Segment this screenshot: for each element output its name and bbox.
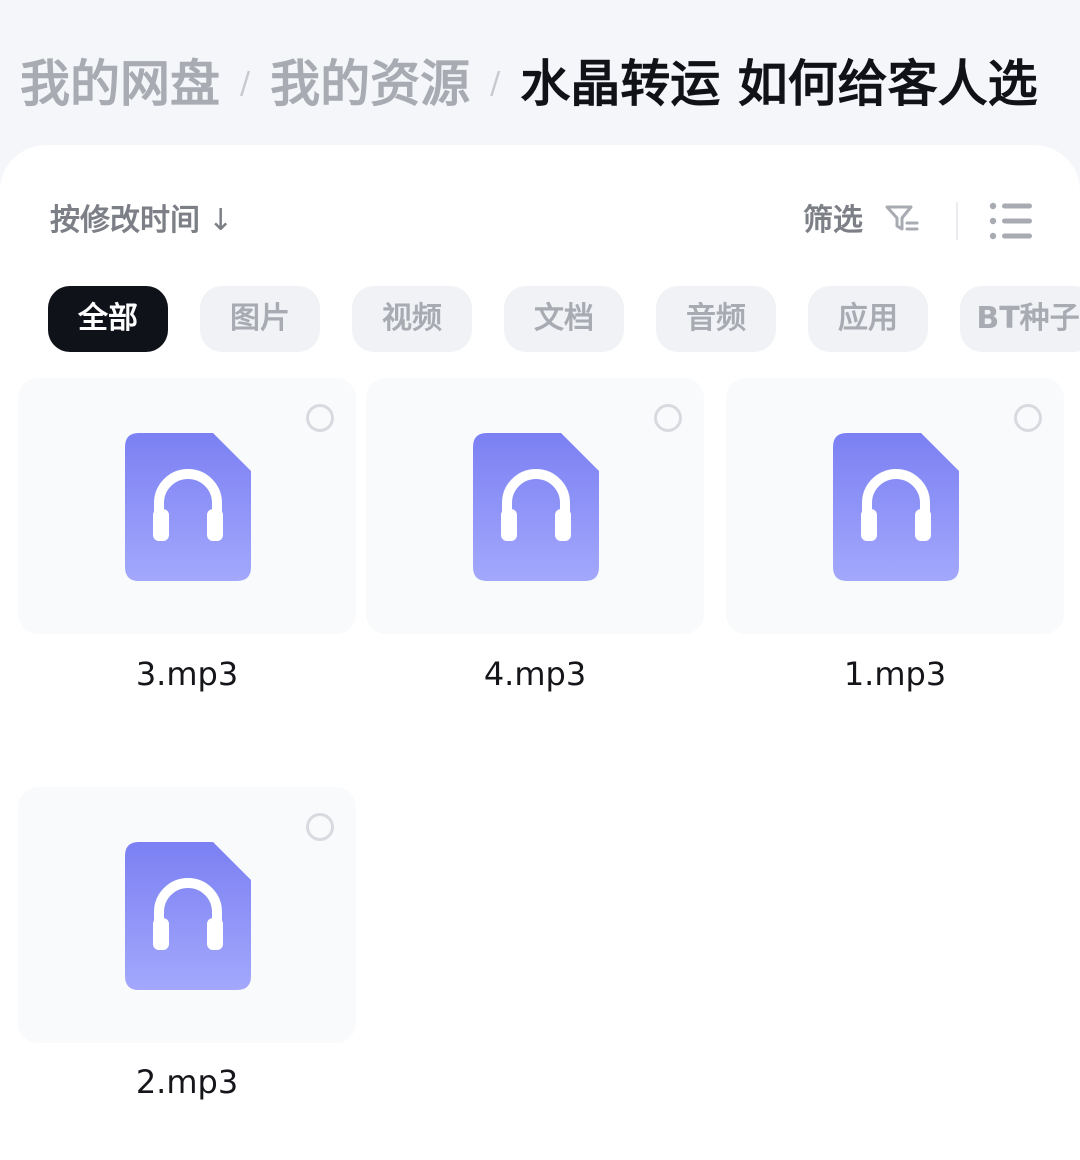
- breadcrumb-item-current-folder: 水晶转运 如何给客人选: [520, 54, 1038, 113]
- select-radio[interactable]: [1014, 404, 1042, 432]
- tab-all[interactable]: 全部: [48, 286, 168, 352]
- select-radio[interactable]: [306, 404, 334, 432]
- select-radio[interactable]: [306, 813, 334, 841]
- filter-icon: [885, 205, 919, 230]
- tab-images[interactable]: 图片: [200, 286, 320, 352]
- breadcrumb-item-my-resources[interactable]: 我的资源: [270, 52, 470, 116]
- tab-audio[interactable]: 音频: [656, 286, 776, 352]
- category-tabs: 全部 图片 视频 文档 音频 应用 BT种子: [48, 286, 1080, 352]
- tab-documents[interactable]: 文档: [504, 286, 624, 352]
- file-name[interactable]: 2.mp3: [18, 1060, 356, 1104]
- file-name[interactable]: 1.mp3: [726, 652, 1064, 696]
- select-radio[interactable]: [654, 404, 682, 432]
- file-name[interactable]: 4.mp3: [366, 652, 704, 696]
- list-view-button[interactable]: [988, 200, 1034, 242]
- file-card[interactable]: [366, 378, 704, 634]
- sort-direction-icon: ↓: [208, 203, 234, 238]
- file-card[interactable]: [18, 787, 356, 1043]
- audio-file-icon: [125, 842, 251, 990]
- file-card[interactable]: [18, 378, 356, 634]
- sort-button[interactable]: 按修改时间 ↓: [50, 197, 233, 245]
- file-card[interactable]: [726, 378, 1064, 634]
- audio-file-icon: [833, 433, 959, 581]
- tab-videos[interactable]: 视频: [352, 286, 472, 352]
- breadcrumb-separator: /: [240, 65, 251, 101]
- sort-label: 按修改时间: [50, 203, 200, 238]
- audio-file-icon: [473, 433, 599, 581]
- tab-bt-torrents[interactable]: BT种子: [960, 286, 1080, 352]
- list-view-icon: [989, 202, 1032, 240]
- audio-file-icon: [125, 433, 251, 581]
- tab-apps[interactable]: 应用: [808, 286, 928, 352]
- file-name[interactable]: 3.mp3: [18, 652, 356, 696]
- breadcrumb: 我的网盘 / 我的资源 / 水晶转运 如何给客人选: [20, 48, 1038, 113]
- toolbar-divider: [956, 202, 958, 240]
- filter-label: 筛选: [803, 203, 863, 238]
- breadcrumb-item-my-drive[interactable]: 我的网盘: [20, 52, 220, 116]
- filter-button[interactable]: 筛选: [803, 197, 919, 245]
- breadcrumb-separator: /: [490, 65, 501, 101]
